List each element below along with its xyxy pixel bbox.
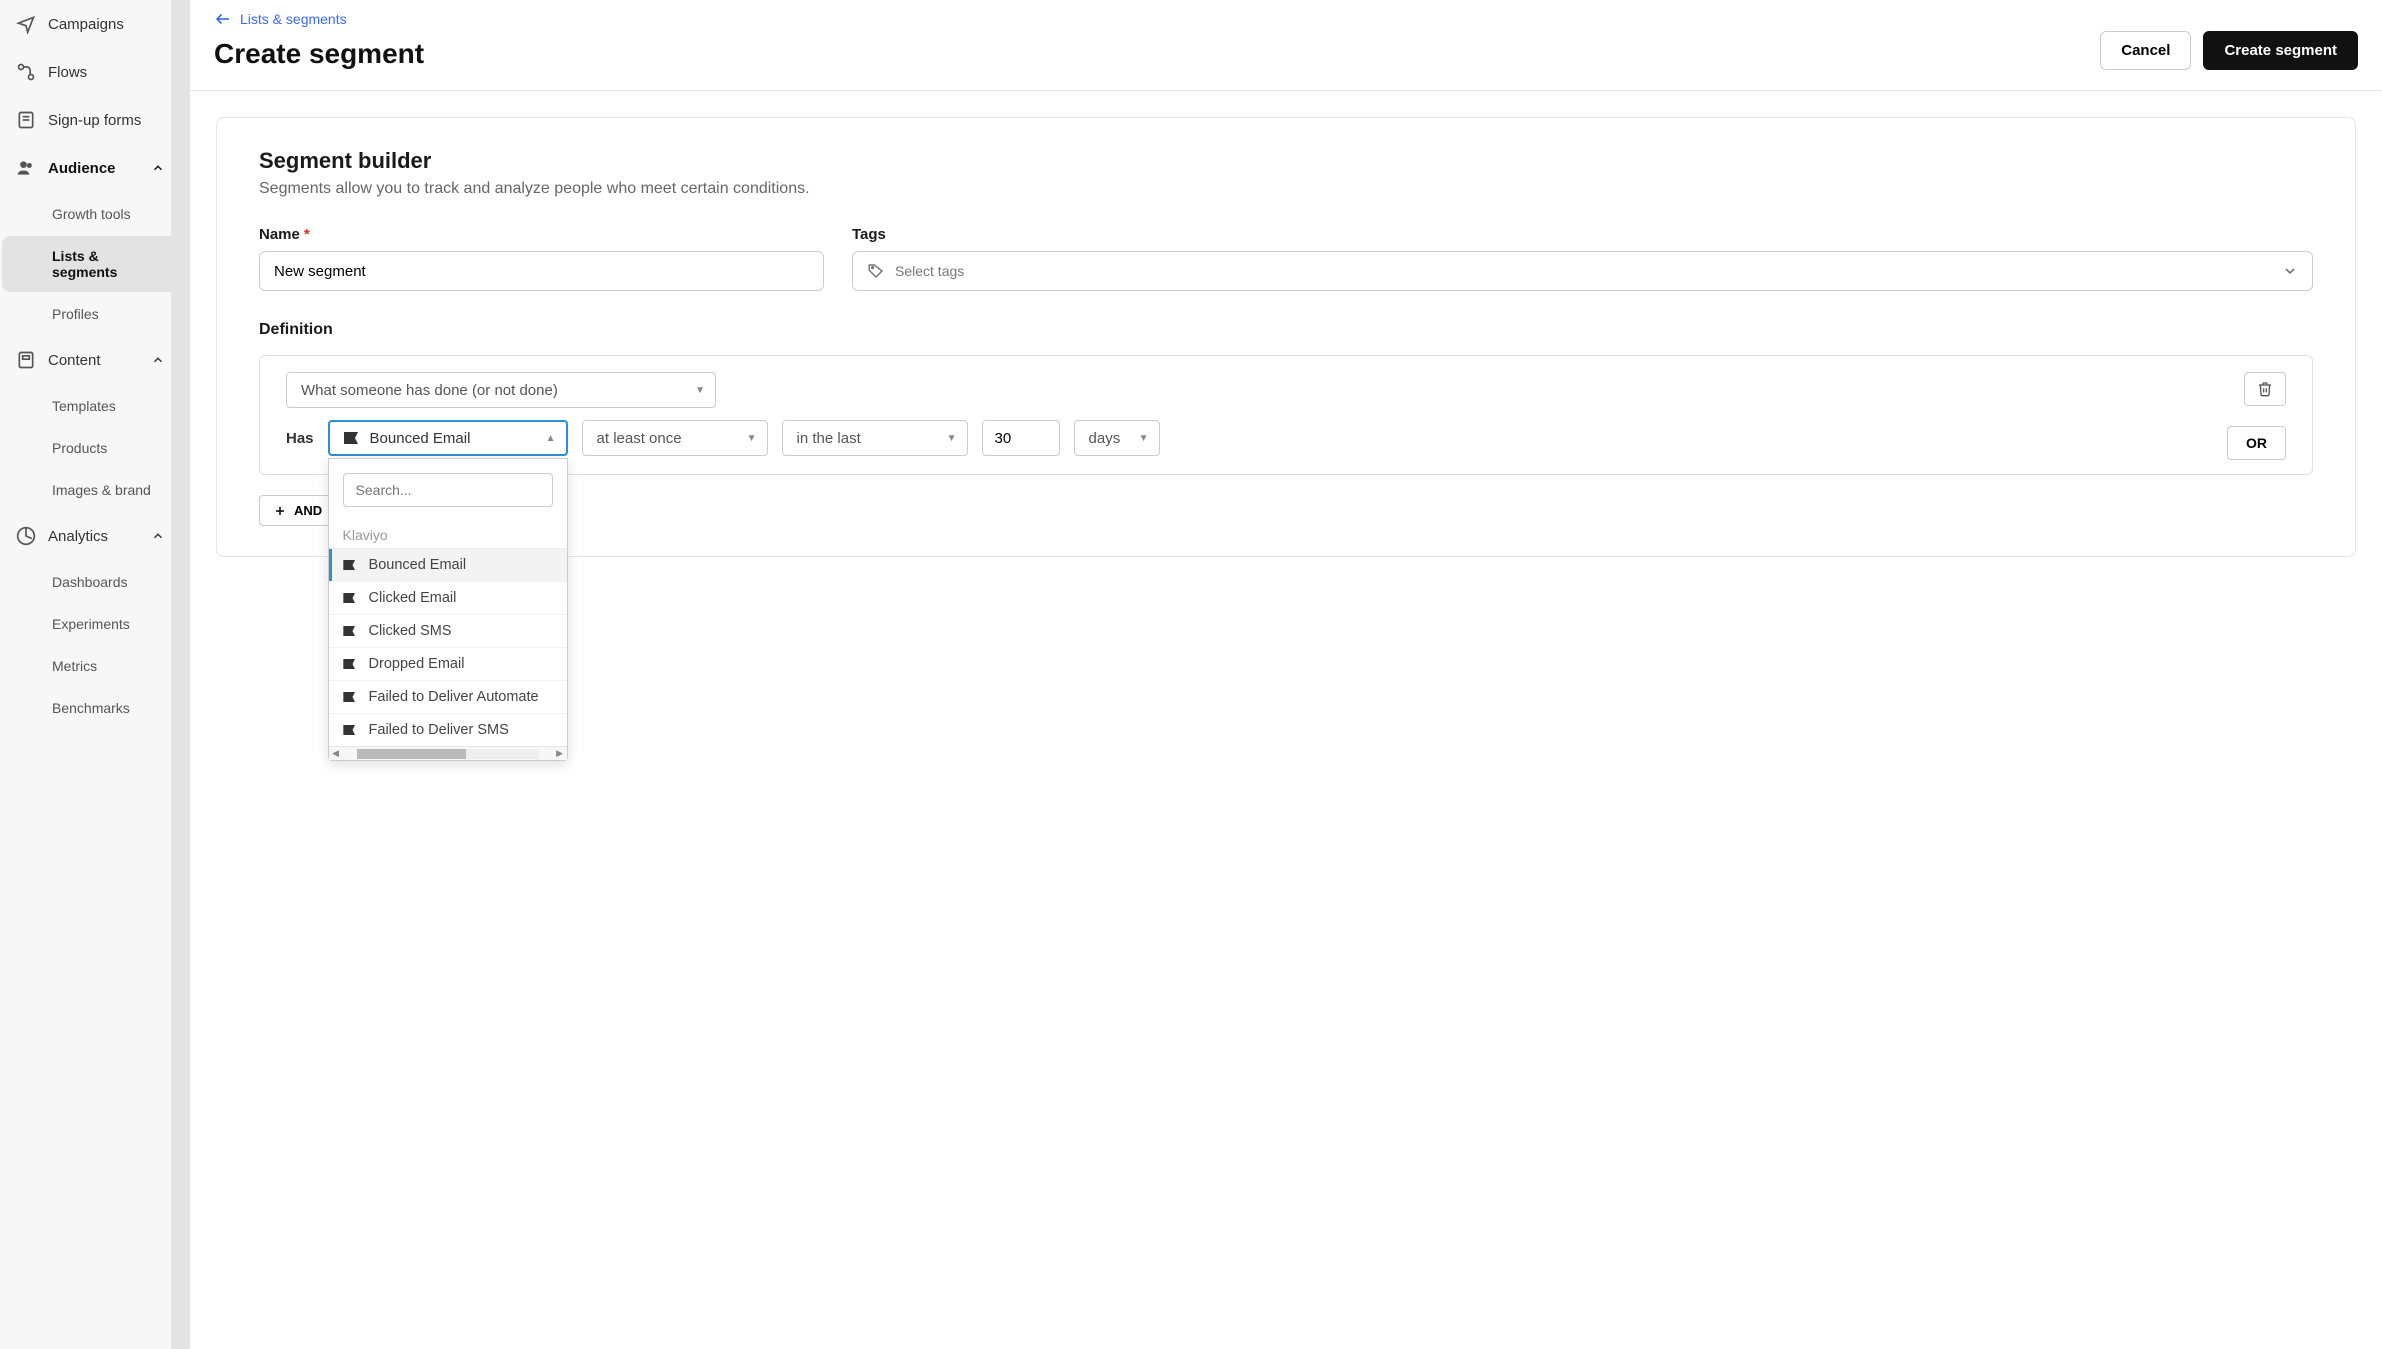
sidebar-sub-growth-tools[interactable]: Growth tools (2, 194, 181, 234)
tags-placeholder: Select tags (895, 263, 964, 279)
sidebar-sub-metrics[interactable]: Metrics (2, 646, 181, 686)
flag-icon (343, 725, 357, 735)
sidebar-sub-profiles[interactable]: Profiles (2, 294, 181, 334)
metric-option-dropped-email[interactable]: Dropped Email (329, 647, 567, 680)
sidebar-sub-benchmarks[interactable]: Benchmarks (2, 688, 181, 728)
sidebar-sub-dashboards[interactable]: Dashboards (2, 562, 181, 602)
name-label: Name* (259, 226, 824, 243)
frequency-select[interactable]: at least once ▼ (582, 420, 768, 456)
sidebar-item-analytics[interactable]: Analytics (0, 512, 189, 560)
flag-icon (343, 692, 357, 702)
caret-up-icon: ▲ (546, 433, 556, 444)
sidebar-sub-lists-segments[interactable]: Lists & segments (2, 236, 181, 292)
sidebar-sub-templates[interactable]: Templates (2, 386, 181, 426)
tag-icon (867, 262, 885, 280)
caret-down-icon: ▼ (695, 385, 705, 396)
header: Lists & segments Create segment Cancel C… (190, 0, 2382, 91)
sidebar-sub-experiments[interactable]: Experiments (2, 604, 181, 644)
sidebar-label: Sign-up forms (48, 112, 141, 129)
sidebar-label: Flows (48, 64, 87, 81)
page-title: Create segment (214, 38, 2100, 70)
arrow-left-icon (214, 10, 232, 28)
form-icon (16, 110, 36, 130)
sidebar-item-signup-forms[interactable]: Sign-up forms (0, 96, 189, 144)
metric-dropdown-panel: Klaviyo Bounced Email Clicked Email (328, 458, 568, 761)
metric-select[interactable]: Bounced Email ▲ (328, 420, 568, 456)
caret-down-icon: ▼ (747, 433, 757, 444)
dropdown-hscroll[interactable]: ◀ ▶ (329, 746, 567, 760)
metric-option-clicked-sms[interactable]: Clicked SMS (329, 614, 567, 647)
chevron-up-icon (151, 353, 165, 367)
flows-icon (16, 62, 36, 82)
condition-type-select[interactable]: What someone has done (or not done) ▼ (286, 372, 716, 408)
content-icon (16, 350, 36, 370)
metric-search-input[interactable] (343, 473, 553, 507)
breadcrumb-back[interactable]: Lists & segments (214, 10, 2100, 28)
caret-down-icon: ▼ (1139, 433, 1149, 444)
sidebar-sub-products[interactable]: Products (2, 428, 181, 468)
days-input[interactable] (982, 420, 1060, 456)
segment-builder-card: Segment builder Segments allow you to tr… (216, 117, 2356, 557)
trash-icon (2257, 381, 2273, 397)
sidebar-scrollbar[interactable] (171, 0, 189, 1349)
and-button[interactable]: AND (259, 495, 337, 526)
chevron-up-icon (151, 529, 165, 543)
send-icon (16, 14, 36, 34)
metric-option-list[interactable]: Bounced Email Clicked Email Clicked SMS (329, 548, 567, 746)
definition-label: Definition (259, 321, 2313, 339)
sidebar-sub-images-brand[interactable]: Images & brand (2, 470, 181, 510)
flag-icon (343, 659, 357, 669)
sidebar: Campaigns Flows Sign-up forms Audience G… (0, 0, 190, 1349)
sidebar-label: Campaigns (48, 16, 124, 33)
breadcrumb-label: Lists & segments (240, 11, 347, 27)
section-title: Segment builder (259, 148, 2313, 174)
plus-icon (274, 505, 286, 517)
caret-down-icon: ▼ (947, 433, 957, 444)
chevron-down-icon (2282, 263, 2298, 279)
audience-icon (16, 158, 36, 178)
unit-select[interactable]: days ▼ (1074, 420, 1160, 456)
metric-option-bounced-email[interactable]: Bounced Email (329, 549, 567, 581)
flag-icon (344, 432, 360, 444)
sidebar-item-content[interactable]: Content (0, 336, 189, 384)
sidebar-label: Content (48, 352, 101, 369)
delete-condition-button[interactable] (2244, 372, 2286, 406)
sidebar-label: Analytics (48, 528, 108, 545)
tags-select[interactable]: Select tags (852, 251, 2313, 291)
sidebar-item-flows[interactable]: Flows (0, 48, 189, 96)
period-select[interactable]: in the last ▼ (782, 420, 968, 456)
metric-option-clicked-email[interactable]: Clicked Email (329, 581, 567, 614)
section-subtitle: Segments allow you to track and analyze … (259, 180, 2313, 198)
segment-name-input[interactable] (259, 251, 824, 291)
cancel-button[interactable]: Cancel (2100, 31, 2191, 70)
flag-icon (343, 560, 357, 570)
sidebar-label: Audience (48, 160, 116, 177)
flag-icon (343, 593, 357, 603)
tags-label: Tags (852, 226, 2313, 243)
sidebar-item-campaigns[interactable]: Campaigns (0, 0, 189, 48)
or-button[interactable]: OR (2227, 426, 2286, 460)
has-label: Has (286, 430, 314, 447)
metric-option-failed-automate[interactable]: Failed to Deliver Automate (329, 680, 567, 713)
condition-block: What someone has done (or not done) ▼ Ha… (259, 355, 2313, 475)
flag-icon (343, 626, 357, 636)
analytics-icon (16, 526, 36, 546)
metric-option-failed-sms[interactable]: Failed to Deliver SMS (329, 713, 567, 746)
dropdown-group-label: Klaviyo (329, 521, 567, 548)
chevron-up-icon (151, 161, 165, 175)
sidebar-item-audience[interactable]: Audience (0, 144, 189, 192)
create-segment-button[interactable]: Create segment (2203, 31, 2358, 70)
